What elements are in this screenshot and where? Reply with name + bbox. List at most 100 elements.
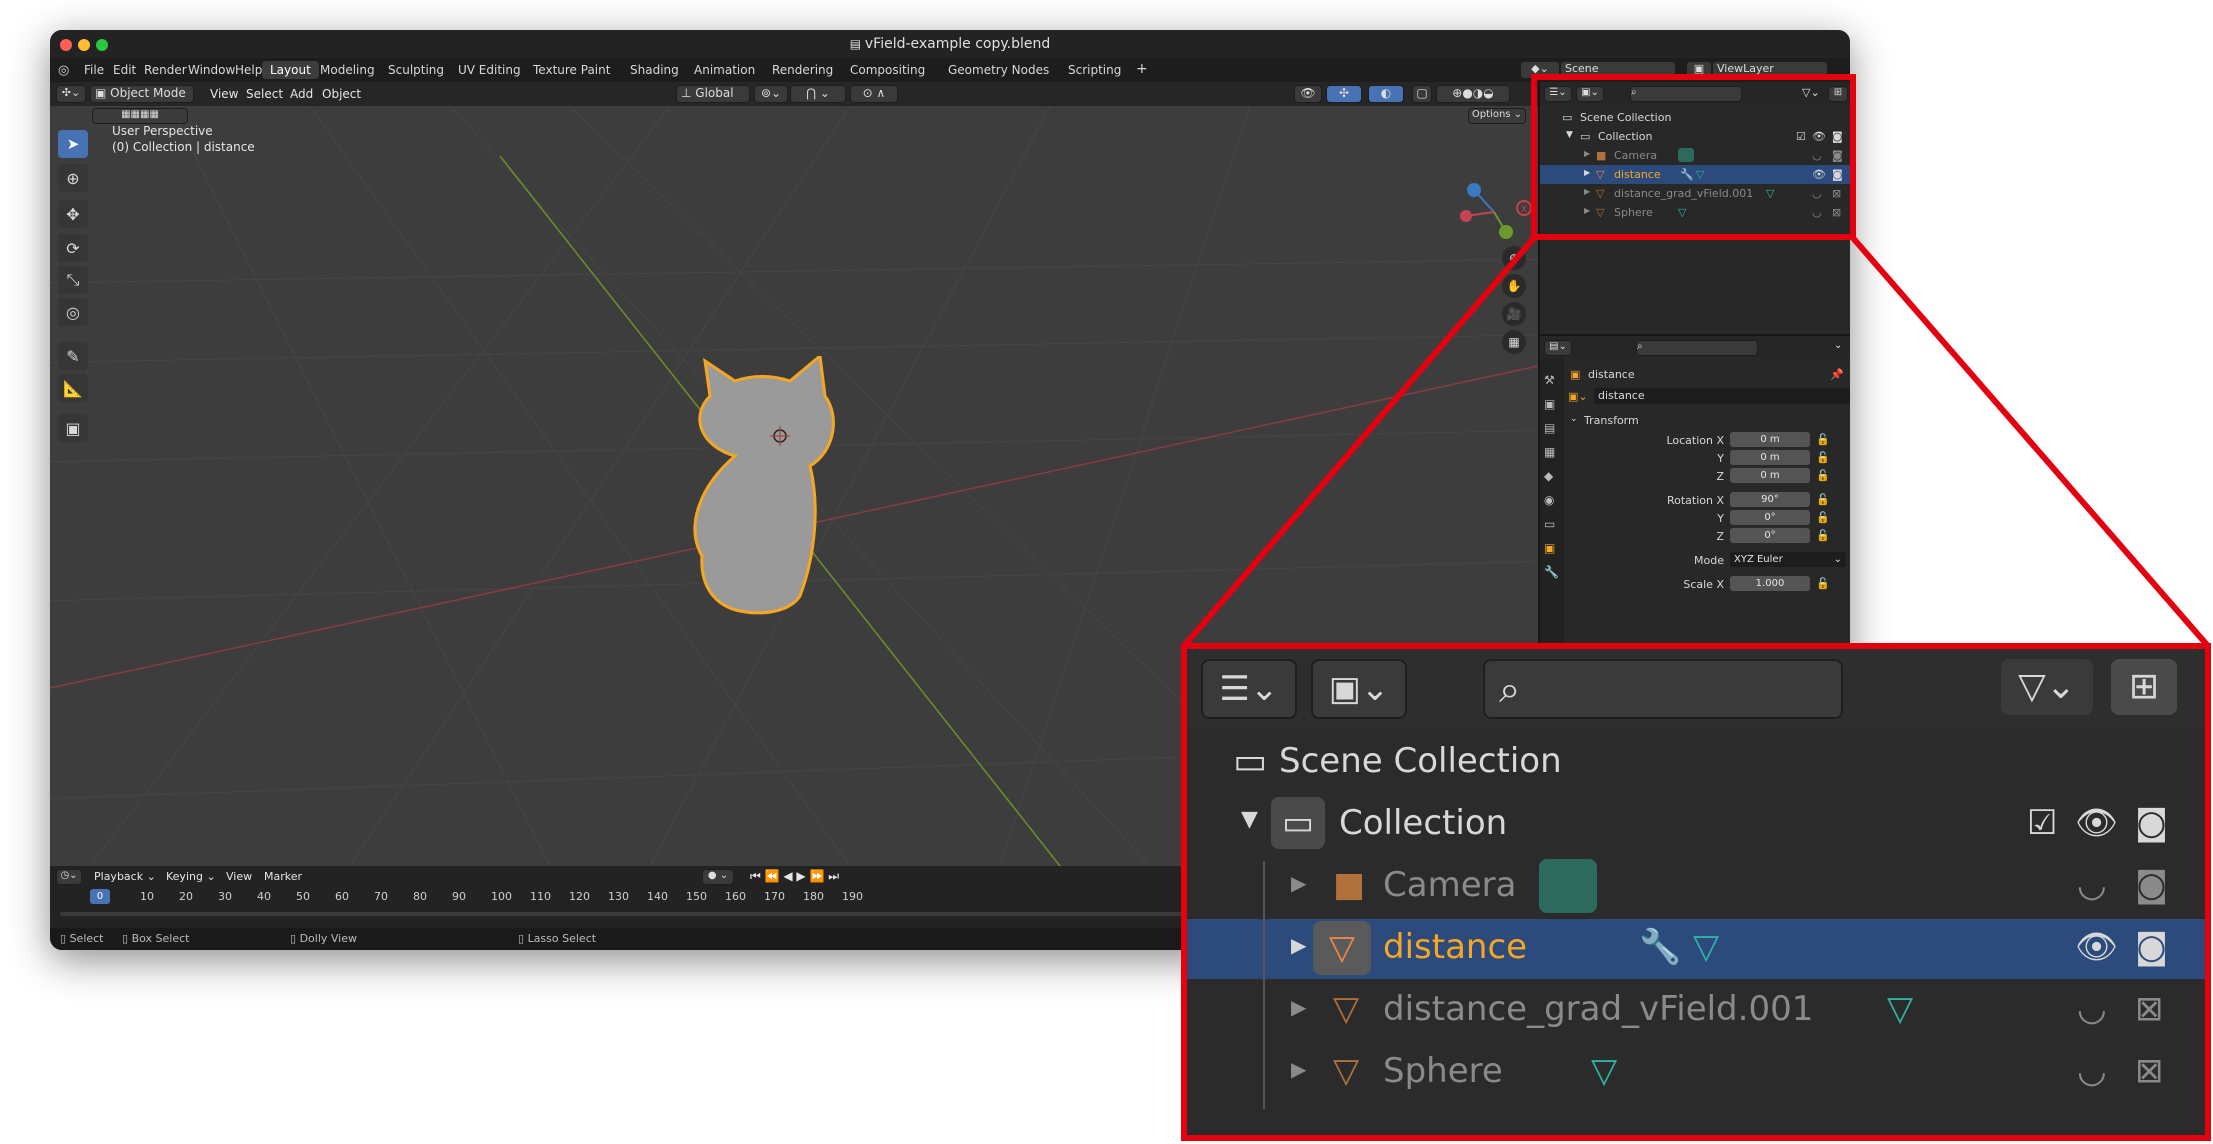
expand-arrow-icon[interactable]: ▶ <box>1291 933 1306 957</box>
overlays-toggle-button[interactable]: ◐ <box>1368 85 1404 103</box>
eye-icon[interactable]: 👁 <box>2075 803 2118 843</box>
tab-scripting[interactable]: Scripting <box>1060 61 1129 79</box>
selection-mode-buttons[interactable]: ▦▦▦▦ <box>92 108 188 124</box>
zoom-filter-icon[interactable]: ▽⌄ <box>2001 659 2093 715</box>
object-name-field[interactable]: distance <box>1594 388 1850 404</box>
scale-x-field[interactable]: 1.000 <box>1730 576 1810 591</box>
tab-uv-editing[interactable]: UV Editing <box>450 61 529 79</box>
timeline-playback-menu[interactable]: Playback ⌄ <box>94 870 156 883</box>
tab-layout[interactable]: Layout <box>262 61 319 79</box>
visibility-button[interactable]: 👁 <box>1294 85 1322 103</box>
lock-icon[interactable]: 🔓 <box>1816 433 1830 446</box>
current-frame-indicator[interactable]: 0 <box>90 889 110 904</box>
cursor-tool-button[interactable]: ⊕ <box>58 164 88 192</box>
mesh-data-icon[interactable]: ▽ <box>1591 1051 1617 1091</box>
zoom-search-input[interactable]: ⌕ <box>1483 659 1843 719</box>
zoom-editor-type[interactable]: ☰⌄ <box>1201 659 1297 719</box>
tab-animation[interactable]: Animation <box>686 61 763 79</box>
menu-help[interactable]: Help <box>235 63 262 77</box>
zoom-row-distance-grad[interactable]: ▶ ▽ distance_grad_vField.001 ▽ ◡ ⊠ <box>1187 981 2205 1041</box>
timeline-marker-menu[interactable]: Marker <box>264 870 302 883</box>
gizmo-y-axis[interactable] <box>1499 225 1513 239</box>
playback-controls[interactable]: ⏮ ⏪ ◀ ▶ ⏩ ⏭ <box>750 869 839 884</box>
editor-type-button[interactable]: ✣⌄ <box>56 85 86 103</box>
gizmo-toggle-button[interactable]: ✣ <box>1326 85 1362 103</box>
transform-orientation-dropdown[interactable]: ⊥ Global <box>676 85 750 103</box>
tab-shading[interactable]: Shading <box>622 61 687 79</box>
tab-compositing[interactable]: Compositing <box>842 61 933 79</box>
lock-icon[interactable]: 🔓 <box>1816 451 1830 464</box>
snapping-button[interactable]: ⋂ ⌄ <box>790 85 846 103</box>
proportional-editing-button[interactable]: ⊙ ∧ <box>850 85 898 103</box>
menu-select[interactable]: Select <box>246 87 283 101</box>
eye-icon[interactable]: 👁 <box>2075 927 2118 967</box>
move-tool-button[interactable]: ✥ <box>58 200 88 228</box>
zoom-collection[interactable]: ▼ ▭ Collection ☑ 👁 ◙ <box>1187 795 2205 855</box>
measure-tool-button[interactable]: 📐 <box>58 374 88 402</box>
chevron-down-icon[interactable]: ⌄ <box>1834 340 1842 351</box>
gizmo-neg-x-axis[interactable] <box>1460 210 1472 222</box>
zoom-row-camera[interactable]: ▶ ■ Camera ◡ ◙ <box>1187 857 2205 917</box>
location-z-field[interactable]: 0 m <box>1730 468 1810 483</box>
location-y-field[interactable]: 0 m <box>1730 450 1810 465</box>
lock-icon[interactable]: 🔓 <box>1816 469 1830 482</box>
zoom-display-mode[interactable]: ▣⌄ <box>1311 659 1407 719</box>
menu-render[interactable]: Render <box>144 63 187 77</box>
lock-icon[interactable]: 🔓 <box>1816 577 1830 590</box>
object-mode-dropdown[interactable]: ▣ Object Mode ⌄ <box>90 85 194 114</box>
pin-icon[interactable]: 📌 <box>1830 368 1844 381</box>
xray-toggle-button[interactable]: ▢ <box>1412 85 1432 103</box>
record-button[interactable]: ● ⌄ <box>702 869 734 885</box>
zoom-row-distance[interactable]: ▶ ▽ distance 🔧 ▽ 👁 ◙ <box>1187 919 2205 979</box>
lock-icon[interactable]: 🔓 <box>1816 493 1830 506</box>
expand-arrow-icon[interactable]: ▶ <box>1291 1057 1306 1081</box>
object-data-icon[interactable]: ▣⌄ <box>1568 390 1588 403</box>
camera-render-icon[interactable]: ◙ <box>2135 927 2168 967</box>
add-workspace-icon[interactable]: + <box>1136 61 1148 77</box>
rotation-x-field[interactable]: 90° <box>1730 492 1810 507</box>
blender-logo-icon[interactable]: ◎ <box>58 63 69 78</box>
zoom-new-collection-icon[interactable]: ⊞ <box>2111 659 2177 715</box>
location-x-field[interactable]: 0 m <box>1730 432 1810 447</box>
rotation-y-field[interactable]: 0° <box>1730 510 1810 525</box>
annotate-tool-button[interactable]: ✎ <box>58 342 88 370</box>
tab-modeling[interactable]: Modeling <box>312 61 383 79</box>
tab-geometry-nodes[interactable]: Geometry Nodes <box>940 61 1057 79</box>
mesh-data-icon[interactable]: ▽ <box>1887 989 1913 1029</box>
properties-search-input[interactable]: ⌕ <box>1636 340 1758 356</box>
eye-closed-icon[interactable]: ◡ <box>2077 989 2107 1029</box>
zoom-view-button[interactable]: ⊕ <box>1502 246 1526 270</box>
cat-model[interactable] <box>680 356 880 636</box>
pivot-point-button[interactable]: ⊚⌄ <box>754 85 788 103</box>
transform-panel-header[interactable]: ⌄ Transform <box>1540 412 1850 430</box>
menu-window[interactable]: Window <box>188 63 235 77</box>
menu-file[interactable]: File <box>84 63 104 77</box>
camera-view-button[interactable]: 🎥 <box>1502 302 1526 326</box>
camera-render-icon[interactable]: ◙ <box>2135 865 2168 905</box>
add-cube-tool-button[interactable]: ▣ <box>58 414 88 442</box>
pan-view-button[interactable]: ✋ <box>1502 274 1526 298</box>
gizmo-z-axis[interactable] <box>1467 183 1481 197</box>
timeline-view-menu[interactable]: View <box>226 870 252 883</box>
menu-add[interactable]: Add <box>290 87 313 101</box>
render-disabled-icon[interactable]: ⊠ <box>2135 989 2164 1029</box>
navigation-gizmo[interactable]: X <box>1454 176 1534 256</box>
menu-view[interactable]: View <box>210 87 238 101</box>
select-tool-button[interactable]: ➤ <box>58 130 88 158</box>
eye-closed-icon[interactable]: ◡ <box>2077 865 2107 905</box>
transform-tool-button[interactable]: ◎ <box>58 298 88 326</box>
tab-sculpting[interactable]: Sculpting <box>380 61 452 79</box>
menu-edit[interactable]: Edit <box>113 63 136 77</box>
expand-arrow-icon[interactable]: ▶ <box>1291 871 1306 895</box>
expand-arrow-icon[interactable]: ▶ <box>1291 995 1306 1019</box>
mesh-data-icon[interactable]: ▽ <box>1693 927 1719 967</box>
checkbox-icon[interactable]: ☑ <box>2027 803 2057 843</box>
zoom-scene-collection[interactable]: ▭ Scene Collection <box>1187 733 2205 793</box>
scale-tool-button[interactable]: ⤡ <box>58 266 88 294</box>
tab-texture-paint[interactable]: Texture Paint <box>525 61 618 79</box>
zoom-row-sphere[interactable]: ▶ ▽ Sphere ▽ ◡ ⊠ <box>1187 1043 2205 1103</box>
ortho-toggle-button[interactable]: ▦ <box>1502 330 1526 354</box>
camera-render-icon[interactable]: ◙ <box>2135 803 2168 843</box>
eye-closed-icon[interactable]: ◡ <box>2077 1051 2107 1091</box>
lock-icon[interactable]: 🔓 <box>1816 529 1830 542</box>
